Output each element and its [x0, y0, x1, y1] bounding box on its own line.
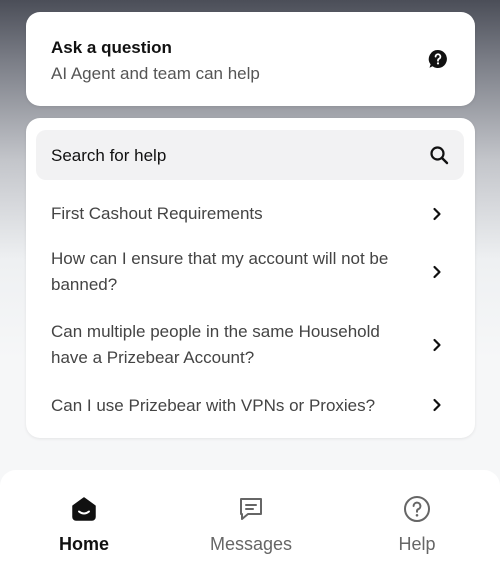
help-article-item[interactable]: First Cashout Requirements: [26, 198, 475, 230]
nav-item-help[interactable]: Help: [357, 470, 477, 570]
help-article-label: First Cashout Requirements: [51, 204, 263, 223]
chevron-right-icon: [433, 207, 441, 221]
chevron-right-icon: [433, 398, 441, 412]
nav-label-help: Help: [398, 534, 436, 554]
help-icon: [404, 496, 430, 522]
home-icon: [72, 497, 96, 521]
ask-question-subtitle: AI Agent and team can help: [51, 64, 260, 83]
help-card: Search for help First Cashout Requiremen…: [26, 118, 475, 438]
nav-item-messages[interactable]: Messages: [191, 470, 311, 570]
ask-question-card[interactable]: Ask a question AI Agent and team can hel…: [26, 12, 475, 106]
ask-question-title: Ask a question: [51, 38, 172, 57]
nav-label-messages: Messages: [209, 534, 293, 554]
chevron-right-icon: [433, 265, 441, 279]
help-article-label: Can multiple people in the same Househol…: [51, 322, 380, 367]
search-icon: [430, 146, 449, 165]
search-help-label: Search for help: [51, 146, 167, 165]
help-article-item[interactable]: How can I ensure that my account will no…: [26, 244, 475, 300]
help-article-item[interactable]: Can multiple people in the same Househol…: [26, 317, 475, 373]
help-article-label: Can I use Prizebear with VPNs or Proxies…: [51, 396, 376, 415]
search-help-input[interactable]: Search for help: [36, 130, 464, 180]
nav-item-home[interactable]: Home: [24, 470, 144, 570]
messages-icon: [240, 498, 262, 520]
chevron-right-icon: [433, 338, 441, 352]
help-article-item[interactable]: Can I use Prizebear with VPNs or Proxies…: [26, 390, 475, 422]
nav-label-home: Home: [58, 534, 109, 554]
bottom-navigation: Home Messages Help: [0, 470, 500, 573]
question-bubble-icon: [428, 49, 447, 68]
help-article-label: How can I ensure that my account will no…: [51, 249, 389, 294]
